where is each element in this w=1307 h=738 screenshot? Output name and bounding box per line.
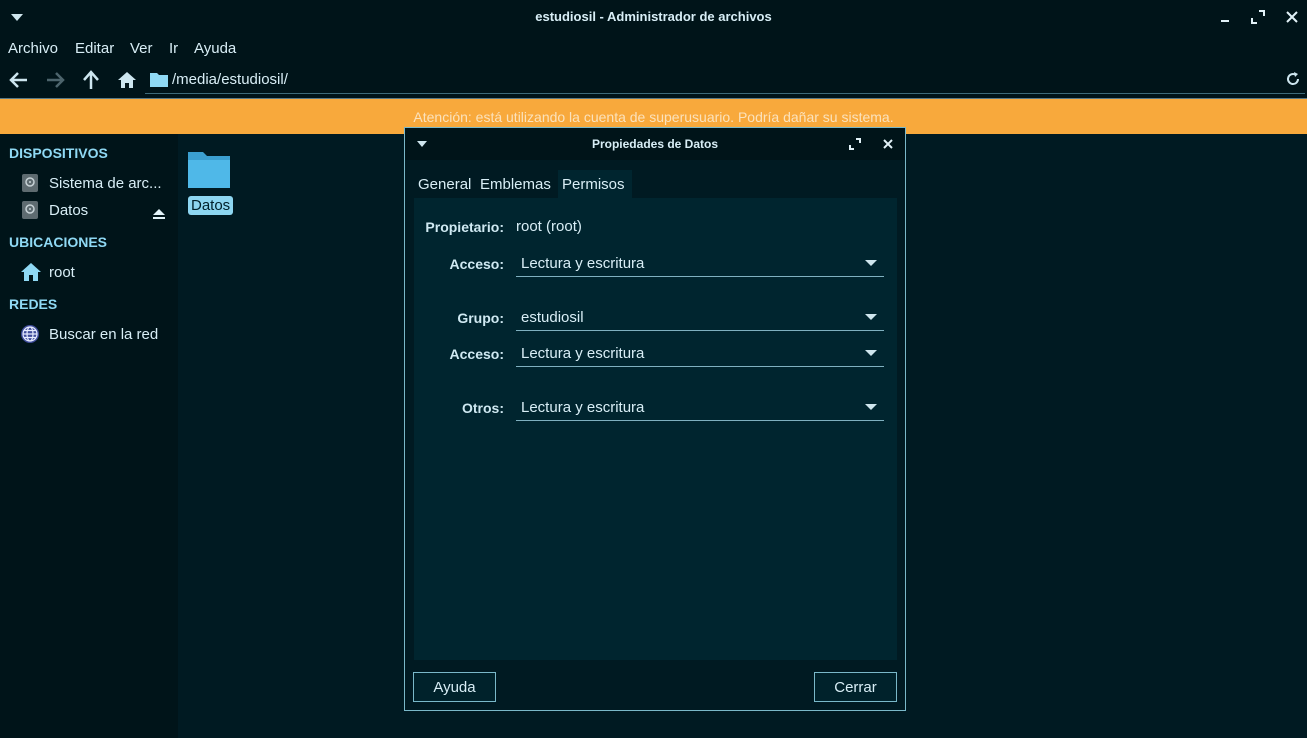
menu-ver[interactable]: Ver [130,40,153,57]
sidebar-item-label: root [49,264,75,281]
chevron-down-icon [865,350,877,356]
places-section-title: UBICACIONES [9,234,108,250]
sidebar-item-label: Buscar en la red [49,326,159,343]
home-icon[interactable] [116,69,138,91]
reload-icon[interactable] [1285,71,1301,91]
folder-icon [188,152,230,188]
menu-ayuda[interactable]: Ayuda [194,40,236,57]
dialog-title: Propiedades de Datos [591,137,719,151]
minimize-icon[interactable] [1216,8,1234,26]
sidebar-item-root[interactable]: root [20,262,170,284]
close-icon[interactable] [1283,8,1301,26]
sidebar-item-filesystem[interactable]: Sistema de arc... [20,173,170,195]
owner-access-select[interactable]: Lectura y escritura [516,250,884,277]
others-label: Otros: [462,400,504,416]
menu-editar[interactable]: Editar [75,40,114,57]
dialog-title-bar: Propiedades de Datos [405,128,905,160]
devices-section-title: DISPOSITIVOS [9,145,108,161]
sidebar-item-datos[interactable]: Datos [20,200,170,222]
owner-label: Propietario: [425,219,504,235]
address-path: /media/estudiosil/ [172,71,288,88]
warning-text: Atención: está utilizando la cuenta de s… [413,109,894,125]
menu-ir[interactable]: Ir [169,40,178,57]
back-arrow-icon[interactable] [8,69,30,91]
group-access-label: Acceso: [449,346,504,362]
permissions-panel: Propietario: root (root) Acceso: Lectura… [414,198,897,660]
drive-icon [20,173,40,197]
chevron-down-icon [865,404,877,410]
chevron-down-icon [865,260,877,266]
group-access-select[interactable]: Lectura y escritura [516,340,884,367]
folder-icon [150,72,168,91]
eject-icon[interactable] [153,206,165,223]
title-bar: estudiosil - Administrador de archivos [0,0,1307,34]
tab-emblemas[interactable]: Emblemas [476,170,556,198]
network-section-title: REDES [9,296,58,312]
owner-access-label: Acceso: [449,256,504,272]
others-access-select[interactable]: Lectura y escritura [516,394,884,421]
group-select[interactable]: estudiosil [516,304,884,331]
sidebar-item-label: Datos [49,202,89,219]
chevron-down-icon [865,314,877,320]
close-button[interactable]: Cerrar [814,672,897,702]
sidebar-item-label: Sistema de arc... [49,175,162,192]
window-title: estudiosil - Administrador de archivos [535,9,772,24]
help-button[interactable]: Ayuda [413,672,496,702]
drive-icon [20,200,40,224]
up-arrow-icon[interactable] [80,69,102,91]
owner-value: root (root) [516,218,582,235]
group-label: Grupo: [457,310,504,326]
menu-archivo[interactable]: Archivo [8,40,58,57]
dialog-close-icon[interactable] [880,136,896,156]
tab-general[interactable]: General [414,170,474,198]
menu-bar: Archivo Editar Ver Ir Ayuda [0,34,1307,62]
tab-permisos[interactable]: Permisos [558,170,632,198]
home-icon [20,262,42,286]
forward-arrow-icon[interactable] [44,69,66,91]
dialog-maximize-icon[interactable] [847,136,863,156]
maximize-icon[interactable] [1249,8,1267,26]
sidebar: DISPOSITIVOS Sistema de arc... Datos UBI… [0,134,178,738]
address-bar[interactable]: /media/estudiosil/ [145,66,1305,94]
globe-icon [20,324,40,348]
properties-dialog: Propiedades de Datos General Emblemas Pe… [404,127,906,711]
file-item-label: Datos [188,196,234,215]
sidebar-item-network[interactable]: Buscar en la red [20,324,170,346]
toolbar: /media/estudiosil/ [0,62,1307,98]
